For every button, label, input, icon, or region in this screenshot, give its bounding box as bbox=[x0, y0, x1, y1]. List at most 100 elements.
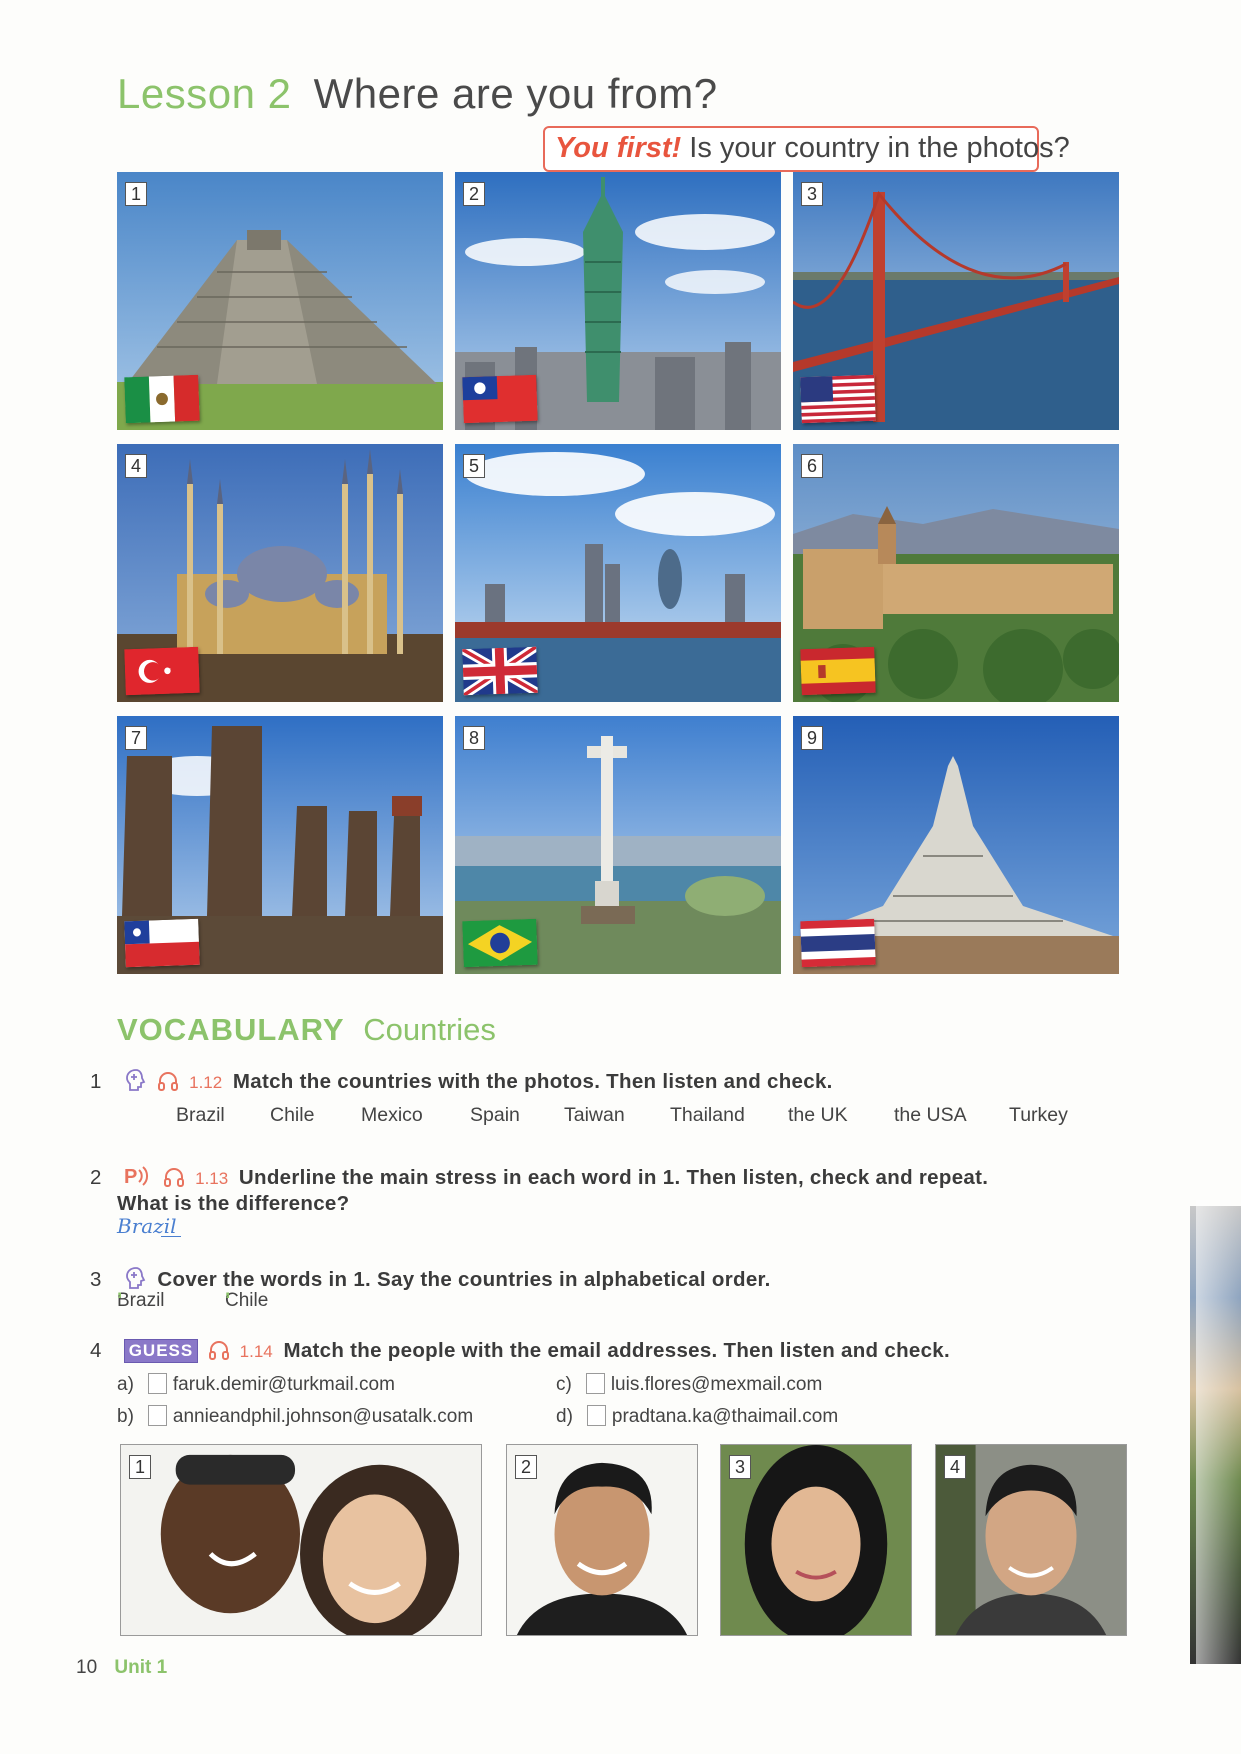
thailand-flag-icon bbox=[800, 918, 876, 968]
guess-badge: GUESS bbox=[123, 1339, 199, 1363]
email-option-c: c) luis.flores@mexmail.com bbox=[556, 1373, 822, 1396]
photo-number: 4 bbox=[944, 1455, 966, 1479]
taiwan-flag-icon bbox=[462, 374, 538, 424]
photo-number: 4 bbox=[125, 454, 147, 478]
spain-flag-icon bbox=[800, 646, 876, 696]
exercise-number: 4 bbox=[90, 1339, 102, 1362]
country-word: Mexico bbox=[361, 1104, 423, 1126]
headphones-icon bbox=[208, 1339, 230, 1367]
email-option-d: d) pradtana.ka@thaimail.com bbox=[556, 1405, 838, 1428]
svg-text:P: P bbox=[124, 1166, 137, 1188]
exercise-number: 1 bbox=[90, 1070, 102, 1093]
exercise-4: 4 GUESS 1.14 Match the people with the e… bbox=[90, 1339, 950, 1367]
page-footer: 10 Unit 1 bbox=[76, 1657, 167, 1679]
turkey-flag-icon bbox=[124, 646, 200, 696]
photo-9: 9 bbox=[793, 716, 1119, 974]
answer-checkbox[interactable] bbox=[147, 1373, 167, 1394]
audio-track-number: 1.14 bbox=[239, 1342, 273, 1361]
page-fold-shadow bbox=[1196, 1200, 1241, 1670]
usa-flag-icon bbox=[800, 374, 876, 424]
photo-number: 3 bbox=[801, 182, 823, 206]
photo-number: 6 bbox=[801, 454, 823, 478]
email-address: luis.flores@mexmail.com bbox=[610, 1374, 823, 1395]
country-word: Spain bbox=[470, 1104, 520, 1126]
exercise-instruction: Match the countries with the photos. The… bbox=[232, 1070, 833, 1093]
people-photo-4: 4 bbox=[935, 1444, 1127, 1636]
brazil-flag-icon bbox=[462, 918, 538, 968]
exercise-instruction: Cover the words in 1. Say the countries … bbox=[157, 1268, 771, 1291]
photo-number: 2 bbox=[515, 1455, 537, 1479]
unit-label: Unit 1 bbox=[114, 1657, 168, 1678]
vocabulary-label: VOCABULARY bbox=[117, 1012, 345, 1047]
email-option-a: a) faruk.demir@turkmail.com bbox=[117, 1373, 395, 1396]
exercise-1: 1 1.12 Match the countries with the phot… bbox=[90, 1068, 833, 1098]
country-word: Chile bbox=[270, 1104, 315, 1126]
page-number: 10 bbox=[76, 1657, 98, 1678]
photo-5: 5 bbox=[455, 444, 781, 702]
exercise-instruction-line2: What is the difference? bbox=[117, 1192, 350, 1215]
email-address: annieandphil.johnson@usatalk.com bbox=[172, 1406, 474, 1427]
answer-checkbox[interactable] bbox=[586, 1405, 606, 1426]
exercise-2-line2: What is the difference? bbox=[117, 1192, 349, 1216]
you-first-box: You first! Is your country in the photos… bbox=[543, 126, 1070, 172]
headphones-icon bbox=[157, 1070, 179, 1098]
exercise-3: 3 Cover the words in 1. Say the countrie… bbox=[90, 1266, 771, 1296]
lesson-question: Where are you from? bbox=[313, 70, 718, 117]
country-photo-grid: 1 2 3 4 5 6 7 8 9 bbox=[117, 172, 1119, 974]
photo-7: 7 bbox=[117, 716, 443, 974]
photo-number: 7 bbox=[125, 726, 147, 750]
people-photo-1: 1 bbox=[120, 1444, 482, 1636]
example-word: Chile bbox=[225, 1290, 269, 1311]
handwritten-example: Brazil bbox=[117, 1214, 181, 1238]
exercise-2: 2 P 1.13 Underline the main stress in ea… bbox=[90, 1164, 988, 1194]
you-first-label: You first! bbox=[555, 132, 682, 164]
photo-number: 9 bbox=[801, 726, 823, 750]
mexico-flag-icon bbox=[124, 374, 200, 424]
you-first-text: Is your country in the photos? bbox=[689, 132, 1070, 164]
exercise-instruction: Underline the main stress in each word i… bbox=[238, 1166, 989, 1189]
country-word: Brazil bbox=[176, 1104, 225, 1126]
country-word: the UK bbox=[788, 1104, 848, 1126]
country-word: Thailand bbox=[670, 1104, 745, 1126]
couple-image bbox=[121, 1445, 481, 1635]
example-word: Brazil bbox=[117, 1290, 165, 1311]
people-photo-3: 3 bbox=[720, 1444, 912, 1636]
people-photo-2: 2 bbox=[506, 1444, 698, 1636]
email-address: pradtana.ka@thaimail.com bbox=[611, 1406, 839, 1427]
option-letter: a) bbox=[117, 1374, 134, 1395]
answer-checkbox[interactable] bbox=[585, 1373, 605, 1394]
uk-flag-icon bbox=[462, 646, 538, 696]
photo-number: 1 bbox=[129, 1455, 151, 1479]
pronunciation-icon: P bbox=[124, 1164, 154, 1194]
photo-8: 8 bbox=[455, 716, 781, 974]
lesson-label: Lesson 2 bbox=[117, 70, 292, 117]
chile-flag-icon bbox=[124, 918, 200, 968]
photo-6: 6 bbox=[793, 444, 1119, 702]
exercise-number: 2 bbox=[90, 1166, 102, 1189]
vocabulary-heading: VOCABULARY Countries bbox=[117, 1012, 496, 1048]
photo-2: 2 bbox=[455, 172, 781, 430]
lesson-title: Lesson 2 Where are you from? bbox=[117, 70, 718, 118]
exercise-instruction: Match the people with the email addresse… bbox=[283, 1339, 950, 1362]
photo-number: 2 bbox=[463, 182, 485, 206]
photo-number: 8 bbox=[463, 726, 485, 750]
photo-number: 1 bbox=[125, 182, 147, 206]
audio-track-number: 1.12 bbox=[189, 1073, 223, 1092]
email-address: faruk.demir@turkmail.com bbox=[172, 1374, 395, 1395]
answer-checkbox[interactable] bbox=[147, 1405, 167, 1426]
photo-1: 1 bbox=[117, 172, 443, 430]
option-letter: c) bbox=[556, 1374, 572, 1395]
photo-3: 3 bbox=[793, 172, 1119, 430]
country-word: Taiwan bbox=[564, 1104, 625, 1126]
option-letter: b) bbox=[117, 1406, 134, 1427]
think-head-icon bbox=[124, 1068, 148, 1098]
email-option-b: b) annieandphil.johnson@usatalk.com bbox=[117, 1405, 473, 1428]
country-word: Turkey bbox=[1009, 1104, 1068, 1126]
photo-number: 3 bbox=[729, 1455, 751, 1479]
photo-4: 4 bbox=[117, 444, 443, 702]
audio-track-number: 1.13 bbox=[195, 1169, 229, 1188]
headphones-icon bbox=[163, 1166, 185, 1194]
photo-number: 5 bbox=[463, 454, 485, 478]
vocabulary-topic: Countries bbox=[363, 1012, 496, 1047]
country-word: the USA bbox=[894, 1104, 967, 1126]
